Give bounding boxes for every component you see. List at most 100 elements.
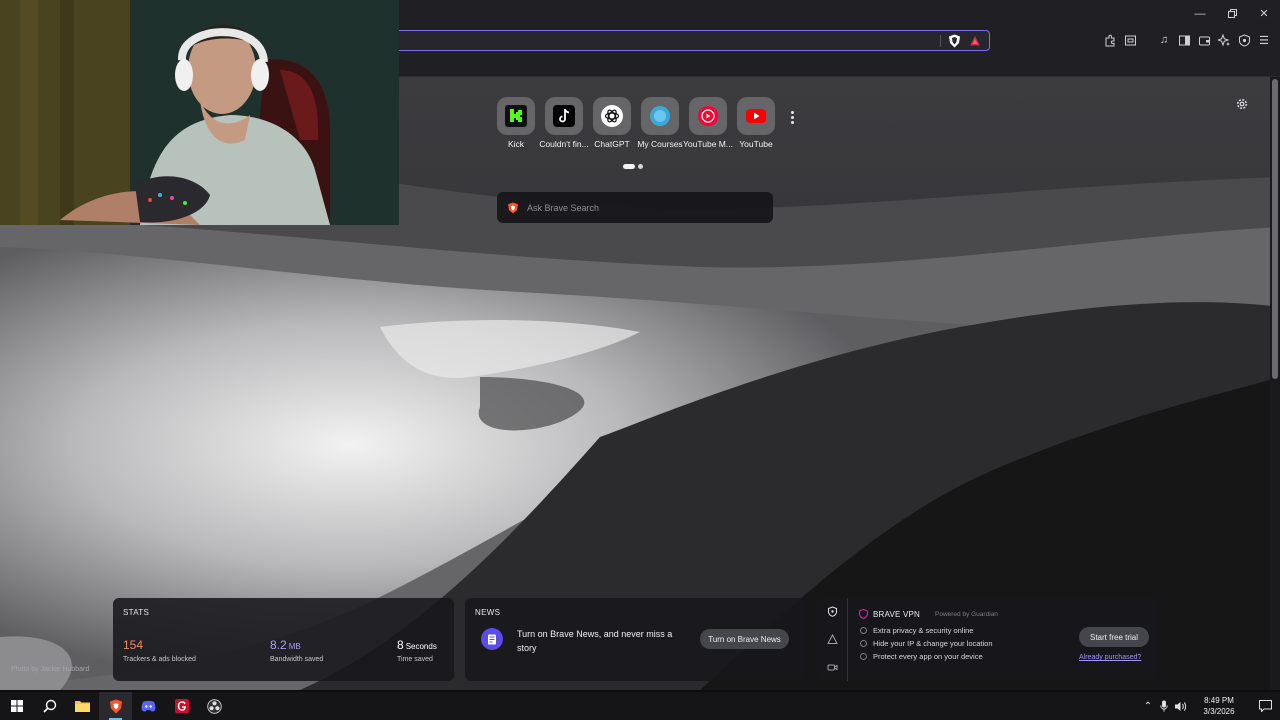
page-dot-active[interactable] (623, 164, 635, 169)
news-promo-text: Turn on Brave News, and never miss a sto… (517, 629, 673, 653)
vpn-shield-icon[interactable] (1236, 31, 1252, 49)
news-widget: NEWS Turn on Brave News, and never miss … (465, 598, 806, 681)
vpn-feature-text: Protect every app on your device (873, 652, 983, 661)
vpn-tab-icon[interactable] (827, 606, 838, 617)
vpn-feature: Hide your IP & change your location (860, 639, 993, 648)
vpn-header: BRAVE VPN Powered by Guardian (859, 609, 998, 619)
check-icon (860, 653, 867, 660)
restore-icon[interactable] (1216, 0, 1248, 27)
clock-time: 8:49 PM (1204, 696, 1234, 705)
vpn-powered-by: Powered by Guardian (935, 610, 998, 618)
top-site-youtube[interactable]: YouTube (733, 97, 779, 149)
leo-ai-icon[interactable] (1216, 31, 1232, 49)
ntp-settings-gear-icon[interactable] (1235, 97, 1249, 111)
file-explorer-icon[interactable] (66, 692, 99, 720)
close-icon[interactable]: ✕ (1248, 0, 1280, 27)
check-icon (860, 627, 867, 634)
scrollbar-thumb[interactable] (1272, 79, 1278, 379)
discord-icon[interactable] (132, 692, 165, 720)
speaker-icon[interactable] (1172, 692, 1188, 720)
tile-label: Kick (507, 139, 525, 149)
extensions-icon[interactable] (1102, 31, 1118, 49)
brave-logo-icon (508, 202, 518, 213)
brave-browser-icon[interactable] (99, 692, 132, 720)
time-stat: 8 Seconds Time saved (397, 636, 437, 663)
vpn-feature: Protect every app on your device (860, 652, 983, 661)
top-site-youtube-music[interactable]: YouTube M... (683, 97, 733, 149)
window-controls: — ✕ (1184, 0, 1280, 27)
already-purchased-link[interactable]: Already purchased? (1079, 654, 1141, 661)
vpn-widget: BRAVE VPN Powered by Guardian Extra priv… (817, 598, 1158, 681)
kick-icon (497, 97, 535, 135)
trackers-label: Trackers & ads blocked (123, 656, 196, 663)
news-title: NEWS (475, 608, 501, 617)
webcam-overlay (0, 0, 399, 225)
obs-icon[interactable] (198, 692, 231, 720)
tile-label: YouTube (739, 139, 773, 149)
search-icon[interactable] (33, 692, 66, 720)
vpn-feature: Extra privacy & security online (860, 626, 973, 635)
webcam-feed (0, 0, 399, 225)
tiktok-icon (545, 97, 583, 135)
turn-on-news-button[interactable]: Turn on Brave News (700, 629, 789, 649)
brave-rewards-icon[interactable] (969, 35, 981, 47)
app-g-icon[interactable] (165, 692, 198, 720)
trackers-stat: 154 Trackers & ads blocked (123, 636, 196, 663)
brave-shields-icon[interactable] (948, 34, 961, 48)
talk-tab-icon[interactable] (827, 662, 838, 673)
check-icon (860, 640, 867, 647)
widget-switcher (817, 598, 848, 681)
system-clock[interactable]: 8:49 PM 3/3/2026 (1194, 695, 1244, 717)
address-bar[interactable] (372, 30, 990, 51)
vpn-feature-text: Hide your IP & change your location (873, 639, 993, 648)
menu-icon[interactable]: ☰ (1256, 31, 1272, 49)
photo-credit[interactable]: Photo by Jackie Hubbard (11, 666, 89, 673)
clock-date: 3/3/2026 (1203, 707, 1235, 716)
page-dot[interactable] (638, 164, 643, 169)
bandwidth-unit: MB (288, 642, 301, 651)
top-site-my-courses[interactable]: My Courses (637, 97, 683, 149)
top-sites-pagination (623, 164, 643, 169)
vpn-title: BRAVE VPN (873, 609, 920, 619)
stats-widget: STATS 154 Trackers & ads blocked 8.2 MB B… (113, 598, 454, 681)
youtube-music-icon (689, 97, 727, 135)
top-site-kick[interactable]: Kick (493, 97, 539, 149)
page-scrollbar[interactable] (1270, 77, 1280, 690)
top-site-tiktok[interactable]: Couldn't fin... (539, 97, 589, 149)
windows-start-icon[interactable] (0, 692, 33, 720)
start-free-trial-button[interactable]: Start free trial (1079, 627, 1149, 647)
tile-label: YouTube M... (683, 139, 733, 149)
minimize-icon[interactable]: — (1184, 0, 1216, 27)
wallet-icon[interactable] (1196, 31, 1212, 49)
time-label: Time saved (397, 656, 433, 663)
top-sites-more-icon[interactable] (786, 108, 798, 126)
screenshot-icon[interactable] (1122, 31, 1138, 49)
tile-label: Couldn't fin... (539, 139, 589, 149)
tile-label: ChatGPT (594, 139, 630, 149)
chatgpt-icon (593, 97, 631, 135)
search-placeholder: Ask Brave Search (527, 202, 600, 213)
youtube-icon (737, 97, 775, 135)
top-site-chatgpt[interactable]: ChatGPT (589, 97, 635, 149)
system-tray: ⌃ 8:49 PM 3/3/2026 (1140, 692, 1280, 720)
chevron-up-icon[interactable]: ⌃ (1140, 692, 1156, 720)
bandwidth-label: Bandwidth saved (270, 656, 324, 663)
media-music-icon[interactable]: ♫ (1156, 31, 1172, 49)
time-unit: Seconds (405, 642, 437, 651)
notification-icon[interactable] (1250, 692, 1280, 720)
top-sites: Kick Couldn't fin... ChatGPT My Courses … (493, 97, 779, 149)
courses-icon (641, 97, 679, 135)
bandwidth-value: 8.2 (270, 638, 287, 652)
time-value: 8 (397, 638, 404, 652)
tile-label: My Courses (637, 139, 683, 149)
sidebar-icon[interactable] (1176, 31, 1192, 49)
microphone-icon[interactable] (1156, 692, 1172, 720)
brave-vpn-icon (859, 609, 868, 619)
brave-search-box[interactable]: Ask Brave Search (497, 192, 773, 223)
brave-news-icon (481, 628, 503, 650)
stats-title: STATS (123, 608, 150, 617)
trackers-count: 154 (123, 638, 144, 652)
toolbar-icons: ♫ ☰ (1102, 31, 1272, 49)
rewards-tab-icon[interactable] (827, 634, 838, 645)
windows-taskbar: ⌃ 8:49 PM 3/3/2026 (0, 692, 1280, 720)
